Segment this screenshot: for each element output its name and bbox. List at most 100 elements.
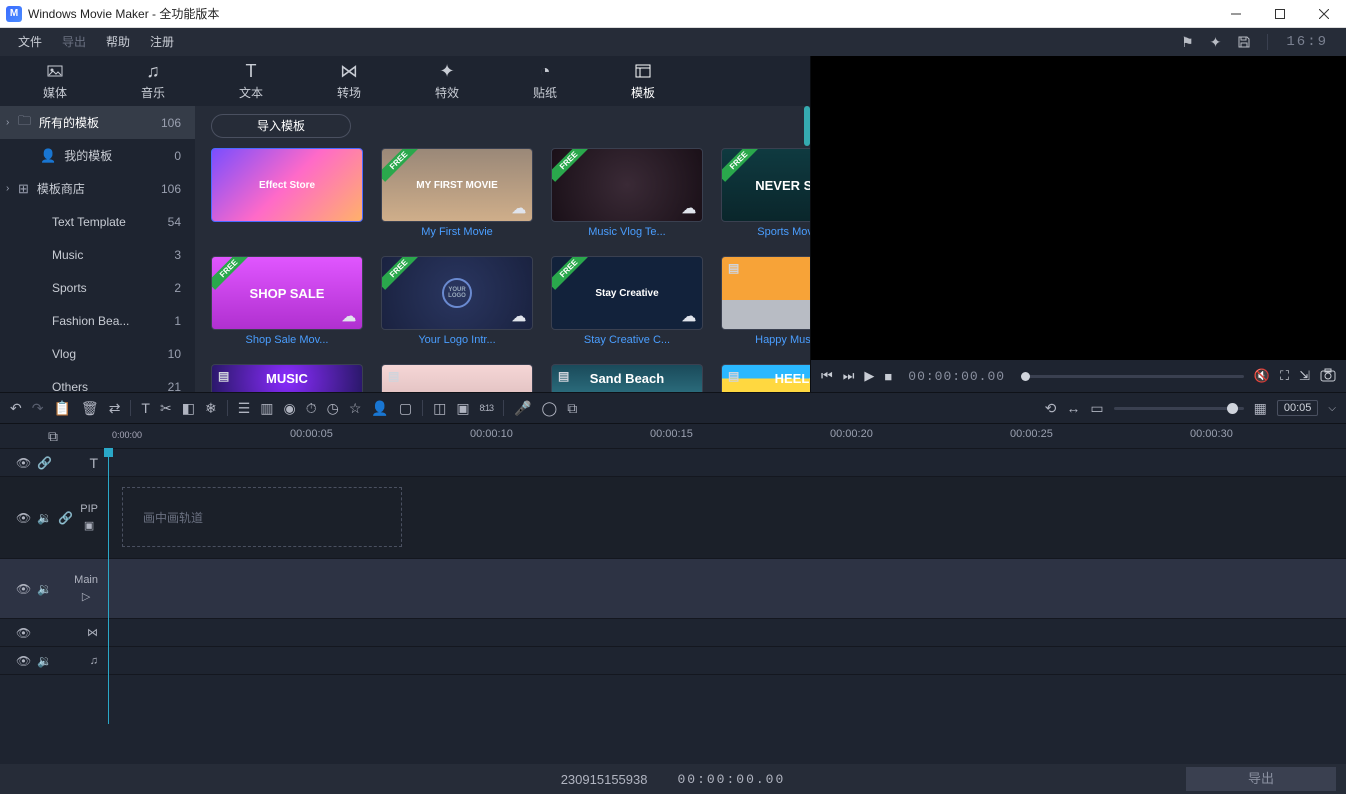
close-button[interactable] [1302, 0, 1346, 28]
view-mode-icon[interactable]: ▦ [1254, 400, 1267, 417]
tab-template[interactable]: 模板 [594, 56, 692, 106]
columns-icon[interactable]: ▥ [260, 400, 273, 417]
fullscreen-icon[interactable]: ⛶ [1280, 368, 1289, 384]
tab-sticker[interactable]: ◔贴纸 [496, 56, 594, 106]
preview-video[interactable] [811, 56, 1346, 360]
tab-text[interactable]: T文本 [202, 56, 300, 106]
zoom-slider[interactable] [1114, 407, 1244, 410]
timer-icon[interactable]: ⏱ [306, 400, 317, 417]
clipboard-icon[interactable]: 📋 [53, 400, 70, 417]
speaker-icon[interactable]: 🔉 [37, 582, 52, 596]
play-button[interactable]: ▶ [864, 368, 874, 384]
import-template-button[interactable]: 导入模板 [211, 114, 351, 138]
duplicate-icon[interactable]: ⧉ [48, 428, 58, 445]
minimize-button[interactable] [1214, 0, 1258, 28]
template-card[interactable]: MUSIC▤ [211, 364, 363, 392]
tab-transition[interactable]: ⋈转场 [300, 56, 398, 106]
speed-icon[interactable]: 8:13 [480, 403, 494, 413]
save-icon[interactable] [1237, 35, 1251, 49]
clock-icon[interactable]: ◷ [327, 400, 339, 417]
mask-icon[interactable]: ▣ [456, 400, 469, 417]
crop-icon[interactable]: ◫ [433, 400, 446, 417]
template-card[interactable]: ☁☁☁▤Happy Music D... [721, 256, 810, 346]
tab-music[interactable]: ♫音乐 [104, 56, 202, 106]
cut-icon[interactable]: ✂ [160, 400, 172, 417]
template-card[interactable]: SHOP SALE☁☁Shop Sale Mov... [211, 256, 363, 346]
speaker-icon[interactable]: 🔉 [37, 511, 52, 525]
tab-media[interactable]: 媒体 [6, 56, 104, 106]
sidebar-item[interactable]: Fashion Bea...1 [0, 304, 195, 337]
compare-icon[interactable]: ⇲ [1299, 368, 1310, 384]
sidebar-item[interactable]: ›⊞模板商店106 [0, 172, 195, 205]
eye-icon[interactable]: 👁 [16, 626, 31, 640]
fit-icon[interactable]: ↔ [1066, 400, 1080, 416]
star-icon[interactable]: ☆ [349, 400, 362, 417]
tv-icon[interactable]: ▢ [399, 400, 412, 417]
maximize-button[interactable] [1258, 0, 1302, 28]
template-card[interactable]: ▤ [381, 364, 533, 392]
eye-icon[interactable]: 👁 [16, 511, 31, 525]
sidebar-item[interactable]: Music3› [0, 238, 195, 271]
list-icon[interactable]: ☰ [238, 400, 251, 417]
magic-icon[interactable]: ✦ [1210, 34, 1222, 51]
transition-track[interactable]: 👁 ⋈ [0, 618, 1346, 646]
freeze-icon[interactable]: ❄ [205, 400, 217, 417]
content-scrollbar[interactable] [804, 106, 810, 146]
adjust-icon[interactable]: ◧ [182, 400, 195, 417]
sidebar-item[interactable]: Sports2 [0, 271, 195, 304]
template-card[interactable]: Effect Store [211, 148, 363, 238]
preview-progress[interactable] [1021, 375, 1244, 378]
eye-icon[interactable]: 👁 [16, 654, 31, 668]
pip-drop-zone[interactable]: 画中画轨道 [122, 487, 402, 547]
speaker-icon[interactable]: 🔉 [37, 654, 52, 668]
zoom-out-icon[interactable]: ▭ [1090, 400, 1103, 417]
mute-icon[interactable]: 🔇 [1254, 368, 1270, 384]
refresh-icon[interactable]: ⟲ [1045, 400, 1057, 417]
record-icon[interactable]: ◉ [283, 400, 295, 417]
tab-effects[interactable]: ✦特效 [398, 56, 496, 106]
eye-icon[interactable]: 👁 [16, 582, 31, 596]
text-track[interactable]: 👁🔗 T [0, 448, 1346, 476]
export-button[interactable]: 导出 [1186, 767, 1336, 791]
prev-button[interactable]: ⏮ [821, 368, 833, 384]
mic-icon[interactable]: 🎤 [514, 400, 531, 417]
link-icon[interactable]: 🔗 [37, 456, 52, 470]
template-card[interactable]: Sand Beach▤ [551, 364, 703, 392]
next-button[interactable]: ⏭ [843, 368, 855, 384]
undo-icon[interactable]: ↶ [10, 400, 22, 417]
template-card[interactable]: HEELO▤ [721, 364, 810, 392]
swap-icon[interactable]: ⇄ [109, 400, 121, 417]
eye-icon[interactable]: 👁 [16, 456, 31, 470]
subtitle-icon[interactable]: ⧉ [567, 400, 577, 417]
redo-icon[interactable]: ↷ [32, 400, 44, 417]
template-card[interactable]: NEVER STOP☁☁Sports Movie I... [721, 148, 810, 238]
sidebar-item[interactable]: Text Template54 [0, 205, 195, 238]
delete-icon[interactable]: 🗑 [81, 400, 99, 417]
aspect-ratio[interactable]: 16:9 [1267, 34, 1328, 50]
link-icon[interactable]: 🔗 [58, 511, 73, 525]
expand-icon[interactable]: ⌵ [1328, 403, 1336, 414]
template-card[interactable]: MY FIRST MOVIE☁☁My First Movie [381, 148, 533, 238]
sidebar-item[interactable]: Others21 [0, 370, 195, 392]
snapshot-icon[interactable] [1320, 368, 1336, 384]
playhead[interactable] [108, 448, 109, 724]
flag-icon[interactable]: ⚑ [1181, 34, 1194, 51]
sidebar-item[interactable]: Vlog10 [0, 337, 195, 370]
template-card[interactable]: YOURLOGO☁☁Your Logo Intr... [381, 256, 533, 346]
stop-button[interactable]: ■ [884, 369, 892, 384]
menu-export[interactable]: 导出 [52, 28, 96, 56]
pip-track[interactable]: 👁🔉🔗 PIP▣ 画中画轨道 [0, 476, 1346, 558]
person-icon[interactable]: 👤 [371, 400, 388, 417]
template-card[interactable]: ☁☁Music Vlog Te... [551, 148, 703, 238]
sidebar-item[interactable]: ›🗀所有的模板106 [0, 106, 195, 139]
menu-register[interactable]: 注册 [140, 28, 184, 56]
text-tool-icon[interactable]: T [141, 400, 150, 416]
sidebar-item[interactable]: 👤我的模板0 [0, 139, 195, 172]
menu-file[interactable]: 文件 [8, 28, 52, 56]
audio-track[interactable]: 👁🔉 ♫ [0, 646, 1346, 674]
template-card[interactable]: Stay Creative☁☁Stay Creative C... [551, 256, 703, 346]
camera-icon[interactable]: ◯ [542, 400, 558, 417]
main-track[interactable]: 👁🔉 Main▷ [0, 558, 1346, 618]
menu-help[interactable]: 帮助 [96, 28, 140, 56]
timeline-ruler[interactable]: ⧉ 0:00:00 00:00:05 00:00:10 00:00:15 00:… [0, 424, 1346, 448]
